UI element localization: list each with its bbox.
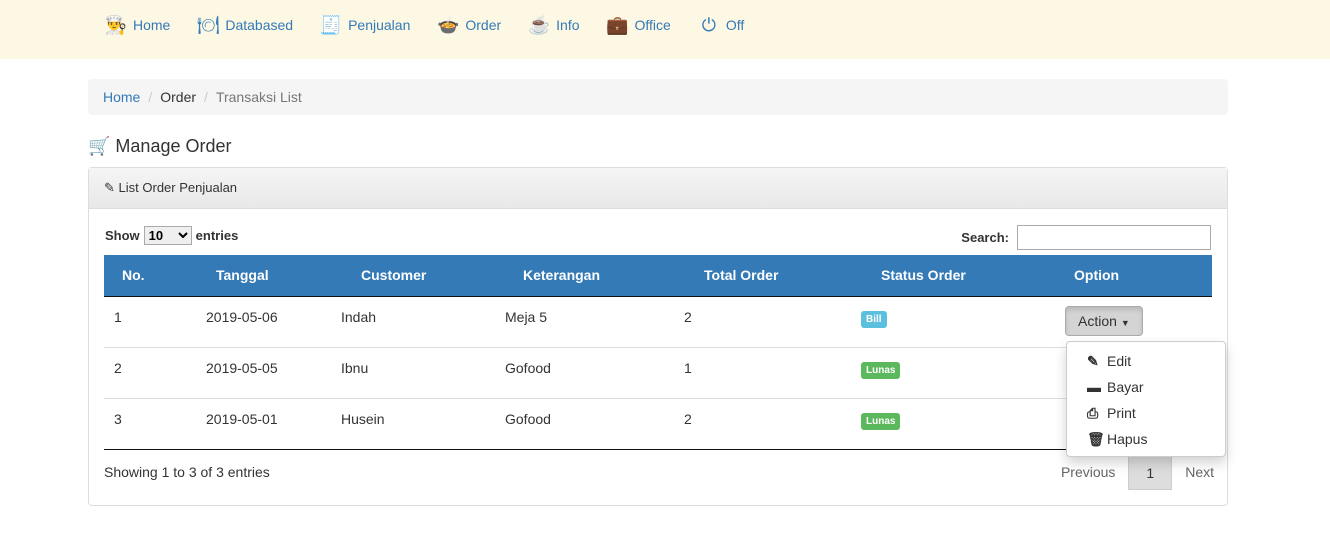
cart-icon: 🛒: [88, 136, 111, 156]
coffee-cup-icon: ☕: [527, 14, 551, 35]
cell-no: 3: [104, 397, 192, 450]
nav-penjualan[interactable]: 🧾 Penjualan: [319, 0, 411, 38]
order-panel: ✎ List Order Penjualan Show 10 entries Sea…: [88, 167, 1228, 506]
nav-home[interactable]: 👨‍🍳 Home: [104, 0, 171, 38]
nav-label: Order: [465, 17, 502, 33]
caret-down-icon: ▼: [1120, 317, 1130, 328]
show-label: Show: [105, 228, 140, 243]
cell-total: 2: [672, 397, 849, 450]
nav-label: Home: [133, 17, 171, 33]
cell-customer: Husein: [329, 397, 492, 450]
table-info: Showing 1 to 3 of 3 entries: [104, 464, 270, 480]
column-header[interactable]: Total Order: [672, 255, 849, 297]
cell-option: Action ▼: [1046, 295, 1212, 347]
cell-status: Lunas: [849, 346, 1046, 398]
cell-tanggal: 2019-05-05: [192, 346, 329, 398]
food-dish-icon: 🍲: [437, 14, 460, 35]
breadcrumb: Home / Order / Transaksi List: [88, 79, 1228, 115]
top-nav: 👨‍🍳 Home 🍽 Databased 🧾 Penjualan 🍲 Order ☕ Info 💼 O…: [0, 0, 1330, 59]
panel-title: List Order Penjualan: [118, 180, 238, 195]
nav-order[interactable]: 🍲 Order: [436, 0, 501, 38]
page-1-button[interactable]: 1: [1128, 454, 1173, 490]
menu-item-label: Bayar: [1107, 379, 1144, 395]
cell-total: 2: [672, 295, 849, 347]
column-header[interactable]: Customer: [329, 255, 492, 297]
power-icon: ⏻: [701, 14, 716, 35]
pagination: Previous 1 Next: [1048, 454, 1227, 490]
search-label: Search:: [961, 230, 1009, 245]
suitcase-icon: 💼: [606, 14, 629, 35]
search-input[interactable]: [1017, 225, 1211, 250]
previous-button[interactable]: Previous: [1048, 454, 1128, 490]
nav-databased[interactable]: 🍽 Databased: [196, 0, 293, 38]
chef-icon: 👨‍🍳: [104, 14, 128, 35]
entries-label: entries: [195, 228, 239, 243]
cell-no: 2: [104, 346, 192, 398]
cell-customer: Indah: [329, 295, 492, 347]
table-row: 2 2019-05-05 Ibnu Gofood 1 Lunas: [104, 346, 1212, 398]
nav-label: Info: [556, 17, 580, 33]
menu-item-edit[interactable]: ✎ Edit: [1067, 348, 1225, 374]
breadcrumb-current: Transaksi List: [215, 89, 302, 105]
cell-total: 1: [672, 346, 849, 398]
nav-info[interactable]: ☕ Info: [527, 0, 580, 38]
nav-label: Office: [634, 17, 671, 33]
cell-tanggal: 2019-05-01: [192, 397, 329, 450]
cell-keterangan: Meja 5: [492, 295, 672, 347]
menu-item-label: Print: [1107, 405, 1136, 421]
menu-item-bayar[interactable]: ▬ Bayar: [1067, 374, 1225, 400]
menu-item-label: Hapus: [1107, 431, 1148, 447]
credit-card-icon: ▬: [1087, 379, 1101, 395]
cell-status: Bill: [849, 295, 1046, 347]
menu-item-print[interactable]: ⎙ Print: [1067, 400, 1225, 426]
panel-header: ✎ List Order Penjualan: [89, 168, 1227, 209]
nav-office[interactable]: 💼 Office: [606, 0, 671, 38]
column-header[interactable]: Tanggal: [192, 255, 329, 297]
action-label: Action: [1078, 312, 1117, 329]
separator: /: [148, 89, 153, 105]
edit-icon: ✎: [1087, 352, 1099, 369]
action-button[interactable]: Action ▼: [1065, 305, 1143, 336]
orders-table: No. Tanggal Customer Keterangan Total Order S…: [104, 255, 1212, 450]
nav-label: Penjualan: [348, 17, 411, 33]
cell-status: Lunas: [849, 397, 1046, 450]
menu-item-label: Edit: [1107, 353, 1132, 369]
cash-register-icon: 🧾: [319, 14, 343, 35]
cell-keterangan: Gofood: [492, 346, 672, 398]
breadcrumb-order: Order: [160, 89, 197, 105]
breadcrumb-home[interactable]: Home: [103, 89, 140, 105]
separator: /: [204, 89, 208, 105]
column-header[interactable]: No.: [104, 255, 192, 297]
print-icon: ⎙: [1087, 404, 1099, 421]
trash-icon: 🗑: [1087, 430, 1105, 447]
column-header[interactable]: Keterangan: [492, 255, 672, 297]
column-header[interactable]: Option: [1046, 255, 1212, 297]
entries-select[interactable]: 10: [143, 226, 192, 245]
table-row: 3 2019-05-01 Husein Gofood 2 Lunas: [104, 397, 1212, 450]
cell-no: 1: [104, 295, 192, 347]
status-badge: Lunas: [861, 361, 901, 379]
status-badge: Bill: [861, 310, 887, 328]
search: Search:: [961, 225, 1211, 250]
cell-tanggal: 2019-05-06: [192, 295, 329, 347]
action-dropdown-menu: ✎ Edit ▬ Bayar ⎙ Print 🗑 Hapus: [1066, 341, 1226, 457]
edit-icon: ✎: [104, 180, 115, 195]
entries-length: Show 10 entries: [105, 226, 238, 245]
table-row: 1 2019-05-06 Indah Meja 5 2 Bill Action …: [104, 295, 1212, 347]
nav-off[interactable]: ⏻ Off: [697, 0, 745, 38]
page-title: 🛒 Manage Order: [88, 136, 231, 157]
cell-keterangan: Gofood: [492, 397, 672, 450]
menu-item-hapus[interactable]: 🗑 Hapus: [1067, 426, 1225, 452]
column-header[interactable]: Status Order: [849, 255, 1046, 297]
nav-label: Databased: [225, 17, 294, 33]
next-button[interactable]: Next: [1172, 454, 1227, 490]
status-badge: Lunas: [861, 412, 901, 430]
nav-label: Off: [725, 17, 745, 33]
cell-customer: Ibnu: [329, 346, 492, 398]
page-title-text: Manage Order: [115, 136, 232, 156]
plate-icon: 🍽: [196, 14, 220, 35]
